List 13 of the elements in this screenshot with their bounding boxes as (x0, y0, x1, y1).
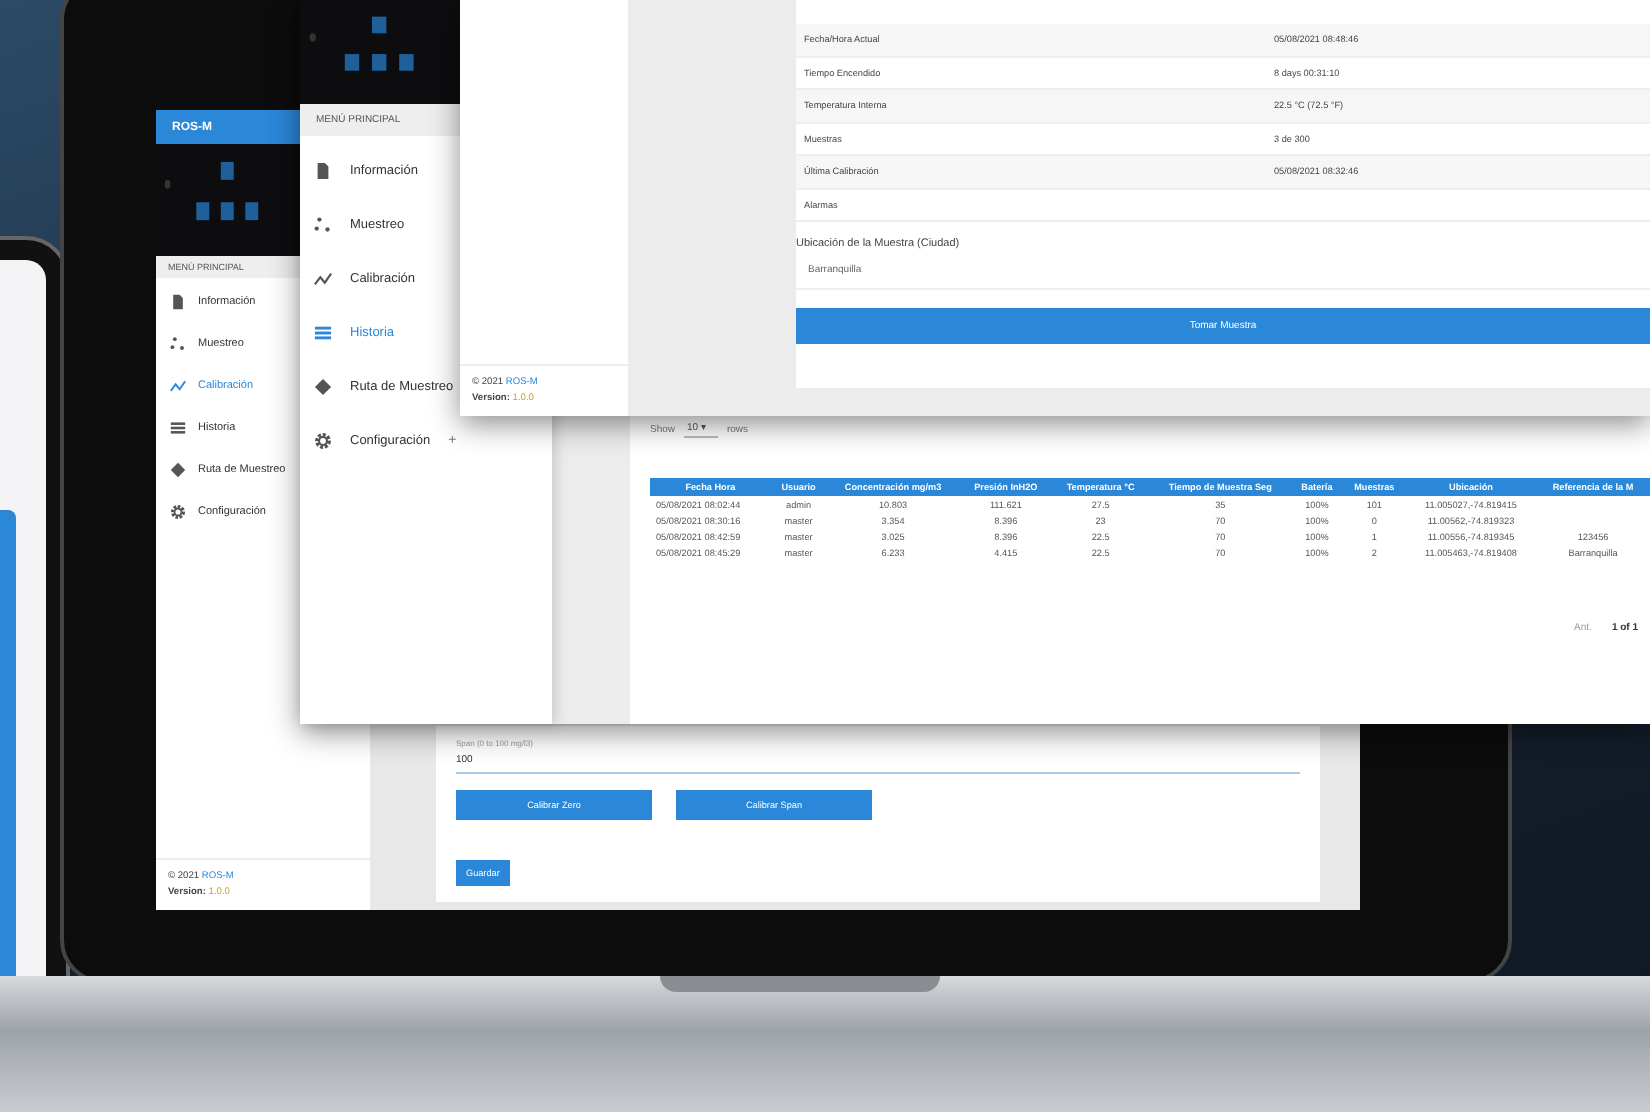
dots-icon (314, 216, 332, 234)
dots-icon (170, 336, 186, 352)
settings-icon (314, 432, 332, 450)
line-chart-icon (314, 270, 332, 288)
camera-control-drawing (156, 144, 300, 256)
diamond-icon (314, 378, 332, 396)
list-icon (314, 324, 332, 342)
document-icon (170, 294, 186, 310)
document-icon (314, 162, 332, 180)
list-icon (170, 420, 186, 436)
diamond-icon (170, 462, 186, 478)
line-chart-icon (170, 378, 186, 394)
settings-icon (170, 504, 186, 520)
